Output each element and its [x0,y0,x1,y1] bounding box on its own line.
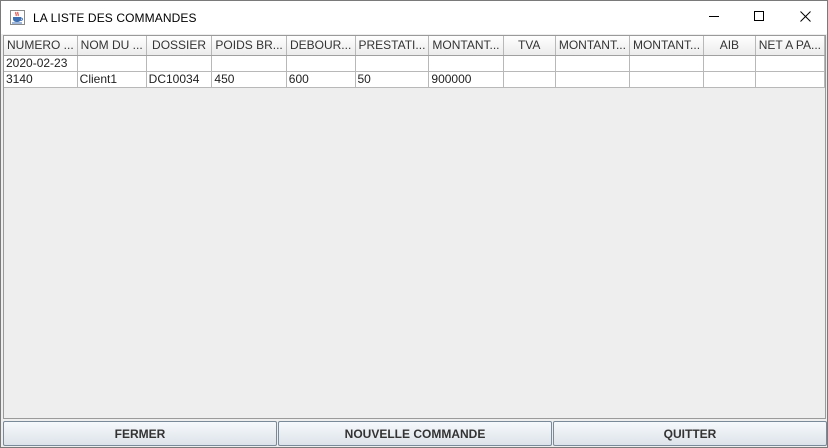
column-header[interactable]: MONTANT... [629,36,705,56]
table-cell[interactable]: 450 [211,71,287,88]
table-cell[interactable] [503,55,556,72]
table-cell[interactable]: 900000 [428,71,504,88]
table-cell[interactable] [555,71,630,88]
minimize-button[interactable] [691,1,737,34]
maximize-button[interactable] [736,1,782,34]
table-row[interactable]: 3140 Client1 DC10034 450 600 50 900000 [4,71,825,88]
window-title: LA LISTE DES COMMANDES [33,11,197,25]
table-cell[interactable]: 50 [355,71,430,88]
table-cell[interactable] [703,71,756,88]
column-header[interactable]: NOM DU ... [77,36,147,56]
table-cell[interactable] [755,71,825,88]
table-cell[interactable]: 600 [286,71,356,88]
orders-table[interactable]: NUMERO ... NOM DU ... DOSSIER POIDS BR..… [4,36,825,88]
table-cell[interactable] [77,55,147,72]
column-header[interactable]: MONTANT... [555,36,630,56]
table-cell[interactable] [503,71,556,88]
close-icon [799,9,811,27]
column-header[interactable]: NUMERO ... [4,36,78,56]
column-header[interactable]: NET A PA... [755,36,825,56]
new-order-button[interactable]: NOUVELLE COMMANDE [278,421,552,446]
table-header-row: NUMERO ... NOM DU ... DOSSIER POIDS BR..… [4,36,825,56]
table-row[interactable]: 2020-02-23 [4,55,825,72]
table-cell[interactable]: 3140 [4,71,78,88]
app-window: LA LISTE DES COMMANDES NUMERO ... NOM DU… [0,0,828,448]
close-form-button[interactable]: FERMER [3,421,277,446]
table-cell[interactable] [211,55,287,72]
table-cell[interactable]: DC10034 [146,71,213,88]
minimize-icon [708,9,720,27]
column-header[interactable]: PRESTATI... [355,36,430,56]
column-header[interactable]: AIB [703,36,756,56]
title-bar[interactable]: LA LISTE DES COMMANDES [1,1,827,34]
table-cell[interactable] [428,55,504,72]
orders-table-scroll-pane[interactable]: NUMERO ... NOM DU ... DOSSIER POIDS BR..… [3,35,826,419]
quit-button[interactable]: QUITTER [553,421,827,446]
column-header[interactable]: DEBOUR... [286,36,356,56]
column-header[interactable]: DOSSIER [146,36,213,56]
column-header[interactable]: TVA [503,36,556,56]
button-bar: FERMER NOUVELLE COMMANDE QUITTER [3,421,827,447]
table-cell[interactable] [703,55,756,72]
table-cell[interactable] [555,55,630,72]
close-button[interactable] [782,1,828,34]
table-cell[interactable] [629,55,705,72]
java-cup-icon [10,10,25,25]
column-header[interactable]: POIDS BR... [211,36,287,56]
table-cell[interactable] [286,55,356,72]
table-cell[interactable]: 2020-02-23 [4,55,78,72]
table-cell[interactable] [755,55,825,72]
maximize-icon [753,9,765,27]
table-cell[interactable] [146,55,213,72]
column-header[interactable]: MONTANT... [428,36,504,56]
table-cell[interactable]: Client1 [77,71,147,88]
table-cell[interactable] [629,71,705,88]
table-cell[interactable] [355,55,430,72]
